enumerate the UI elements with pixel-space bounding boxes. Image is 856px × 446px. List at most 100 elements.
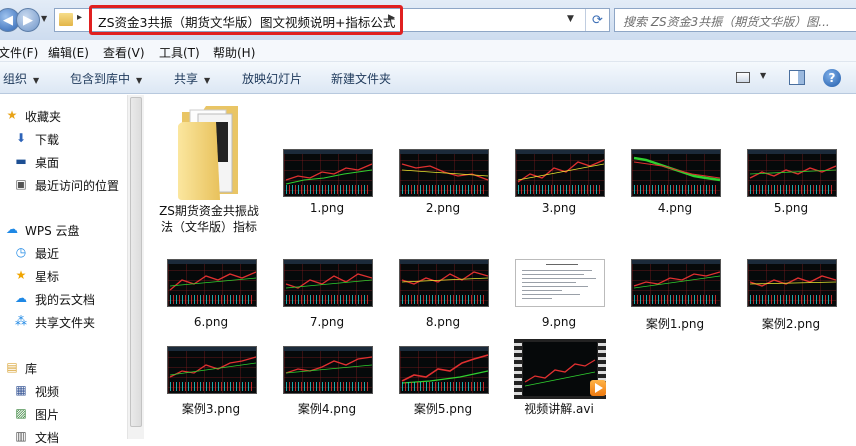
doc-line [522, 282, 576, 283]
view-options-icon[interactable] [736, 72, 750, 83]
preview-pane-icon[interactable] [789, 70, 805, 85]
image-thumbnail [283, 259, 373, 307]
doc-line [522, 278, 596, 279]
star-icon: ★ [6, 108, 18, 122]
address-bar[interactable]: ▸ ZS资金3共振（期货文华版）图文视频说明+指标公式 ▶ ▼ ⟳ [54, 5, 610, 35]
file-name: 2.png [425, 201, 461, 215]
image-thumbnail [283, 346, 373, 394]
nav-pictures[interactable]: ▨ 图片 [0, 403, 127, 423]
file-item[interactable]: 案例5.png [388, 346, 498, 416]
file-name: 8.png [425, 315, 461, 329]
history-dropdown-icon[interactable]: ▼ [41, 14, 47, 23]
file-item[interactable]: 案例2.png [736, 259, 846, 331]
thumb-volume-bars [286, 185, 370, 194]
organize-button[interactable]: 组织 ▼ [3, 70, 39, 87]
file-item[interactable]: 6.png [156, 259, 266, 329]
slideshow-button[interactable]: 放映幻灯片 [242, 70, 302, 87]
nav-recent-places[interactable]: ▣ 最近访问的位置 [0, 174, 127, 194]
thumb-volume-bars [170, 382, 254, 391]
address-dropdown-icon[interactable]: ▼ [567, 14, 574, 24]
file-name: 5.png [773, 201, 809, 215]
thumb-volume-bars [750, 185, 834, 194]
nav-label: 库 [25, 362, 38, 376]
folder-icon [59, 13, 73, 26]
menu-edit[interactable]: 编辑(E) [48, 44, 89, 61]
menu-file[interactable]: 文件(F) [0, 44, 38, 61]
file-name: 案例2.png [761, 317, 821, 331]
doc-line [522, 290, 562, 291]
menu-bar: 文件(F) 编辑(E) 查看(V) 工具(T) 帮助(H) [0, 40, 856, 62]
nav-wps-cloud[interactable]: ☁ WPS 云盘 [0, 219, 127, 239]
nav-label: 视频 [35, 385, 60, 399]
file-item[interactable]: 8.png [388, 259, 498, 329]
scrollbar-thumb[interactable] [130, 97, 142, 427]
menu-tools[interactable]: 工具(T) [159, 44, 200, 61]
file-item[interactable]: 视频讲解.avi [504, 339, 614, 416]
file-item[interactable]: 7.png [272, 259, 382, 329]
cloud-icon: ☁ [6, 222, 18, 236]
nav-downloads[interactable]: ⬇ 下载 [0, 128, 127, 148]
help-icon[interactable]: ? [823, 69, 841, 87]
include-library-label: 包含到库中 [70, 72, 131, 86]
breadcrumb-current-folder[interactable]: ZS资金3共振（期货文华版）图文视频说明+指标公式 [98, 12, 395, 31]
file-name: 4.png [657, 201, 693, 215]
image-thumbnail [399, 259, 489, 307]
thumb-volume-bars [286, 295, 370, 304]
nav-favorites[interactable]: ★ 收藏夹 [0, 105, 127, 125]
nav-label: 图片 [35, 408, 60, 422]
download-icon: ⬇ [15, 131, 27, 145]
file-name: 3.png [541, 201, 577, 215]
image-thumbnail [515, 149, 605, 197]
nav-scrollbar[interactable] [127, 95, 144, 439]
menu-help[interactable]: 帮助(H) [213, 44, 255, 61]
nav-videos[interactable]: ▦ 视频 [0, 380, 127, 400]
nav-my-cloud-docs[interactable]: ☁ 我的云文档 [0, 288, 127, 308]
file-item[interactable]: 案例1.png [620, 259, 730, 331]
file-item[interactable]: 3.png [504, 149, 614, 219]
doc-title-line [546, 264, 578, 265]
chevron-right-icon[interactable]: ▸ [77, 12, 82, 23]
navigation-pane: ★ 收藏夹 ⬇ 下载 ▬ 桌面 ▣ 最近访问的位置 ☁ WPS 云盘 ◷ 最近 … [0, 95, 127, 445]
file-name: 视频讲解.avi [524, 402, 594, 416]
thumb-volume-bars [402, 185, 486, 194]
folder-item[interactable]: ZS期货资金共振战法（文华版）指标 [154, 100, 264, 250]
menu-view[interactable]: 查看(V) [103, 44, 145, 61]
image-thumbnail [399, 149, 489, 197]
doc-line [522, 286, 588, 287]
film-strip [514, 339, 522, 399]
search-placeholder: 搜索 ZS资金3共振（期货文华版）图... [623, 15, 830, 29]
file-item[interactable]: 4.png [620, 149, 730, 219]
file-item[interactable]: 案例3.png [156, 346, 266, 416]
new-folder-button[interactable]: 新建文件夹 [331, 70, 391, 87]
organize-label: 组织 [3, 72, 28, 86]
file-name: 案例3.png [181, 402, 241, 416]
file-name: 7.png [309, 315, 345, 329]
file-item[interactable]: 5.png [736, 149, 846, 219]
include-in-library-button[interactable]: 包含到库中 ▼ [70, 70, 142, 87]
nav-desktop[interactable]: ▬ 桌面 [0, 151, 127, 171]
file-item[interactable]: 案例4.png [272, 346, 382, 416]
file-name: ZS期货资金共振战法（文华版）指标 [159, 204, 259, 234]
nav-recent[interactable]: ◷ 最近 [0, 242, 127, 262]
video-library-icon: ▦ [15, 383, 27, 397]
refresh-icon[interactable]: ⟳ [585, 9, 609, 31]
nav-starred[interactable]: ★ 星标 [0, 265, 127, 285]
forward-arrow-icon[interactable]: ▶ [16, 8, 40, 32]
share-button[interactable]: 共享 ▼ [174, 70, 210, 87]
dropdown-arrow-icon[interactable]: ▼ [760, 71, 766, 80]
search-input[interactable]: 搜索 ZS资金3共振（期货文华版）图... [614, 8, 856, 32]
image-thumbnail [167, 259, 257, 307]
file-item[interactable]: 2.png [388, 149, 498, 219]
file-item[interactable]: 9.png [504, 259, 614, 329]
nav-label: WPS 云盘 [25, 224, 80, 238]
chevron-right-icon[interactable]: ▶ [388, 13, 395, 23]
file-item[interactable]: 1.png [272, 149, 382, 219]
file-name: 案例1.png [645, 317, 705, 331]
thumb-volume-bars [286, 382, 370, 391]
picture-library-icon: ▨ [15, 406, 27, 420]
video-frame [523, 342, 597, 396]
nav-libraries[interactable]: ▤ 库 [0, 357, 127, 377]
nav-documents[interactable]: ▥ 文档 [0, 426, 127, 446]
file-name: 6.png [193, 315, 229, 329]
nav-shared-folder[interactable]: ⁂ 共享文件夹 [0, 311, 127, 331]
